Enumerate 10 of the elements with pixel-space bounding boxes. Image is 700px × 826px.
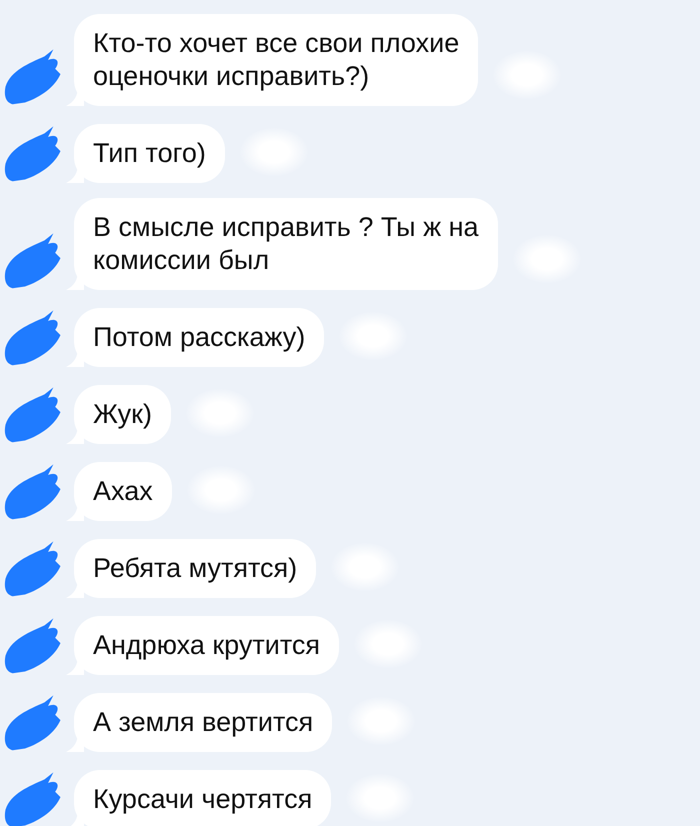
message-bubble: Тип того)	[74, 124, 225, 183]
message-bubble: А земля вертится	[74, 693, 332, 752]
message-bubble: Курсачи чертятся	[74, 770, 332, 826]
message-bubble: Ахах	[74, 462, 172, 521]
message-bubble: В смысле исправить ? Ты ж на комиссии был	[74, 198, 498, 290]
message-bubble: Андрюха крутится	[74, 616, 340, 675]
message-bubble: Жук)	[74, 385, 171, 444]
message-bubble: Ребята мутятся)	[74, 539, 316, 598]
message-bubble: Потом расскажу)	[74, 308, 324, 367]
message-bubble: Кто-то хочет все свои плохие оценочки исправить?)	[74, 14, 478, 106]
